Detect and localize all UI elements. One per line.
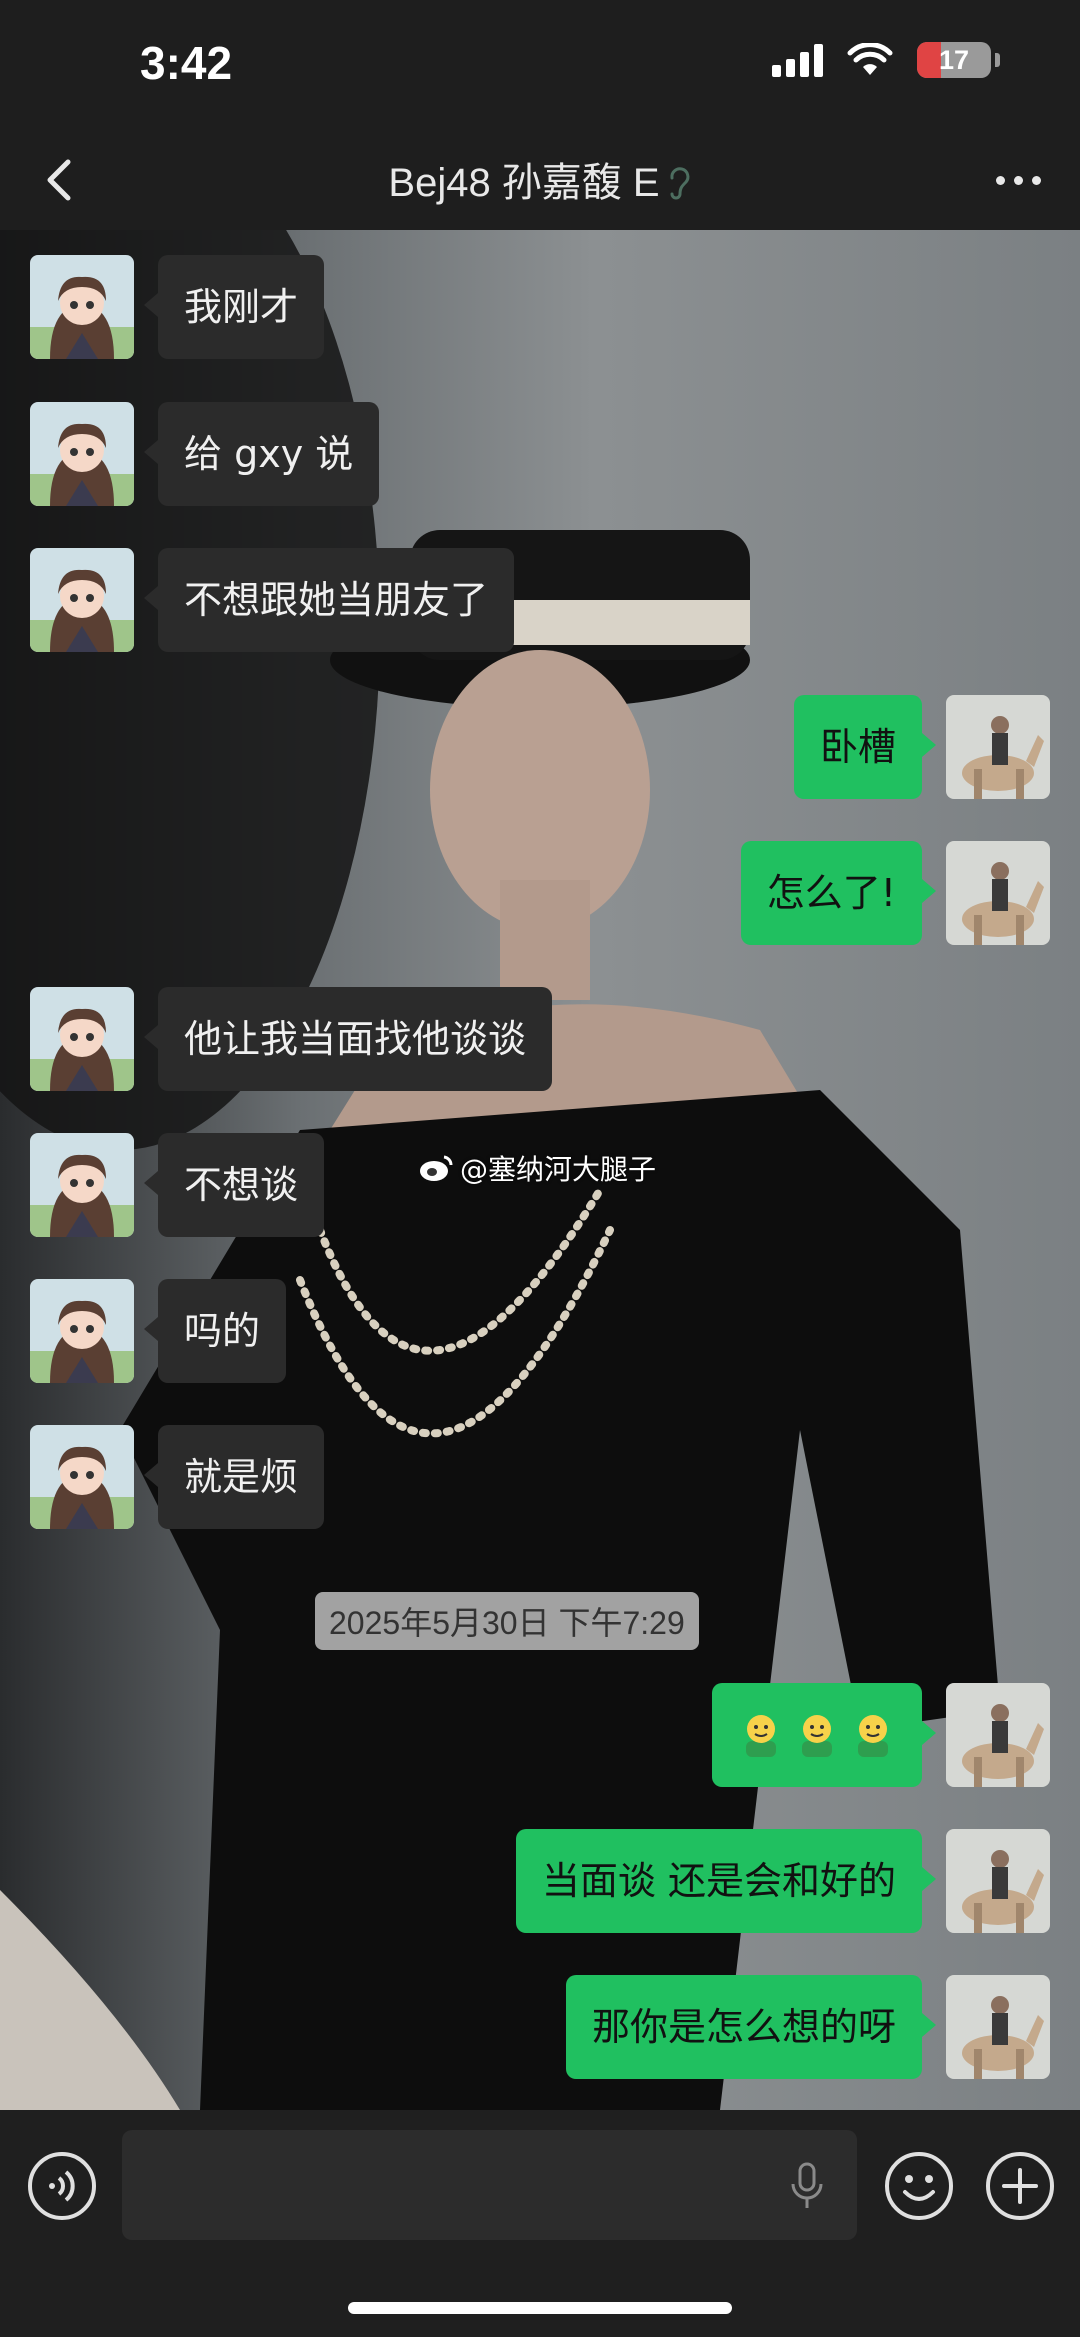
contact-avatar[interactable] — [30, 548, 134, 652]
ear-icon — [670, 167, 689, 200]
message-text: 当面谈 还是会和好的 — [541, 1859, 896, 1903]
sent-message-bubble[interactable]: 卧槽 — [793, 695, 937, 799]
message-timestamp: 2025年5月30日 下午7:29 — [315, 1592, 699, 1650]
emoji-icon[interactable] — [883, 2150, 955, 2222]
contact-avatar[interactable] — [30, 402, 134, 506]
message-text: 他让我当面找他谈谈 — [184, 1017, 527, 1061]
emoji-sequence — [738, 1711, 896, 1759]
message-text: 就是烦 — [184, 1455, 299, 1499]
contact-avatar[interactable] — [30, 987, 134, 1091]
contact-avatar[interactable] — [30, 1133, 134, 1237]
message-row: 怎么了! — [740, 841, 1050, 945]
message-row: 卧槽 — [793, 695, 1050, 799]
more-dots-icon[interactable] — [986, 160, 1050, 200]
status-time: 3:42 — [140, 37, 233, 89]
watermark-text: @塞纳河大腿子 — [460, 1153, 657, 1186]
message-row: 那你是怎么想的呀 — [565, 1975, 1050, 2079]
status-bar: 3:42 17 — [0, 0, 1080, 130]
status-icons: 17 — [772, 42, 1000, 78]
message-row: 他让我当面找他谈谈 — [30, 987, 553, 1091]
sent-message-bubble[interactable]: 当面谈 还是会和好的 — [515, 1829, 937, 1933]
received-message-bubble[interactable]: 不想谈 — [143, 1133, 325, 1237]
received-message-bubble[interactable]: 不想跟她当朋友了 — [143, 548, 515, 652]
message-row: 我刚才 — [30, 255, 325, 359]
face-emoji-icon — [746, 1715, 776, 1757]
received-message-bubble[interactable]: 就是烦 — [143, 1425, 325, 1529]
contact-avatar[interactable] — [30, 1425, 134, 1529]
battery-icon: 17 — [917, 42, 991, 78]
weibo-icon — [420, 1155, 453, 1181]
home-indicator[interactable] — [348, 2302, 732, 2314]
received-message-bubble[interactable]: 给 gxy 说 — [143, 402, 380, 506]
my-avatar[interactable] — [946, 695, 1050, 799]
message-row: 不想跟她当朋友了 — [30, 548, 515, 652]
received-message-bubble[interactable]: 吗的 — [143, 1279, 287, 1383]
message-text: 不想跟她当朋友了 — [184, 578, 489, 622]
contact-avatar[interactable] — [30, 255, 134, 359]
voice-mode-icon[interactable] — [26, 2150, 98, 2222]
message-row: 当面谈 还是会和好的 — [515, 1829, 1050, 1933]
chat-title-text: Bej48 孙嘉馥 E — [388, 161, 660, 205]
message-input[interactable] — [122, 2130, 857, 2240]
sent-message-bubble[interactable]: 那你是怎么想的呀 — [565, 1975, 937, 2079]
message-row: 就是烦 — [30, 1425, 325, 1529]
sent-message-bubble[interactable]: 怎么了! — [740, 841, 937, 945]
received-message-bubble[interactable]: 他让我当面找他谈谈 — [143, 987, 553, 1091]
my-avatar[interactable] — [946, 841, 1050, 945]
message-text: 卧槽 — [819, 725, 896, 769]
battery-level: 17 — [938, 44, 970, 75]
message-text: 不想谈 — [184, 1163, 299, 1207]
watermark: @塞纳河大腿子 — [418, 1148, 656, 1188]
message-text: 那你是怎么想的呀 — [591, 2005, 896, 2049]
my-avatar[interactable] — [946, 1975, 1050, 2079]
sent-message-bubble[interactable] — [712, 1683, 936, 1787]
message-text: 我刚才 — [184, 285, 299, 329]
message-row: 给 gxy 说 — [30, 402, 380, 506]
cellular-signal-icon — [772, 43, 823, 77]
received-message-bubble[interactable]: 我刚才 — [143, 255, 325, 359]
message-row — [712, 1683, 1050, 1787]
message-text: 怎么了! — [766, 871, 896, 915]
message-text: 吗的 — [184, 1309, 261, 1353]
wifi-icon — [847, 43, 893, 75]
microphone-icon[interactable] — [787, 2162, 827, 2210]
message-row: 不想谈 — [30, 1133, 325, 1237]
chat-title: Bej48 孙嘉馥 E — [0, 150, 1080, 208]
message-row: 吗的 — [30, 1279, 287, 1383]
my-avatar[interactable] — [946, 1683, 1050, 1787]
message-text: 给 gxy 说 — [184, 432, 354, 476]
face-emoji-icon — [858, 1715, 888, 1757]
battery-cap — [995, 53, 1000, 67]
face-emoji-icon — [802, 1715, 832, 1757]
contact-avatar[interactable] — [30, 1279, 134, 1383]
my-avatar[interactable] — [946, 1829, 1050, 1933]
chat-header: Bej48 孙嘉馥 E — [0, 130, 1080, 230]
plus-icon[interactable] — [984, 2150, 1056, 2222]
